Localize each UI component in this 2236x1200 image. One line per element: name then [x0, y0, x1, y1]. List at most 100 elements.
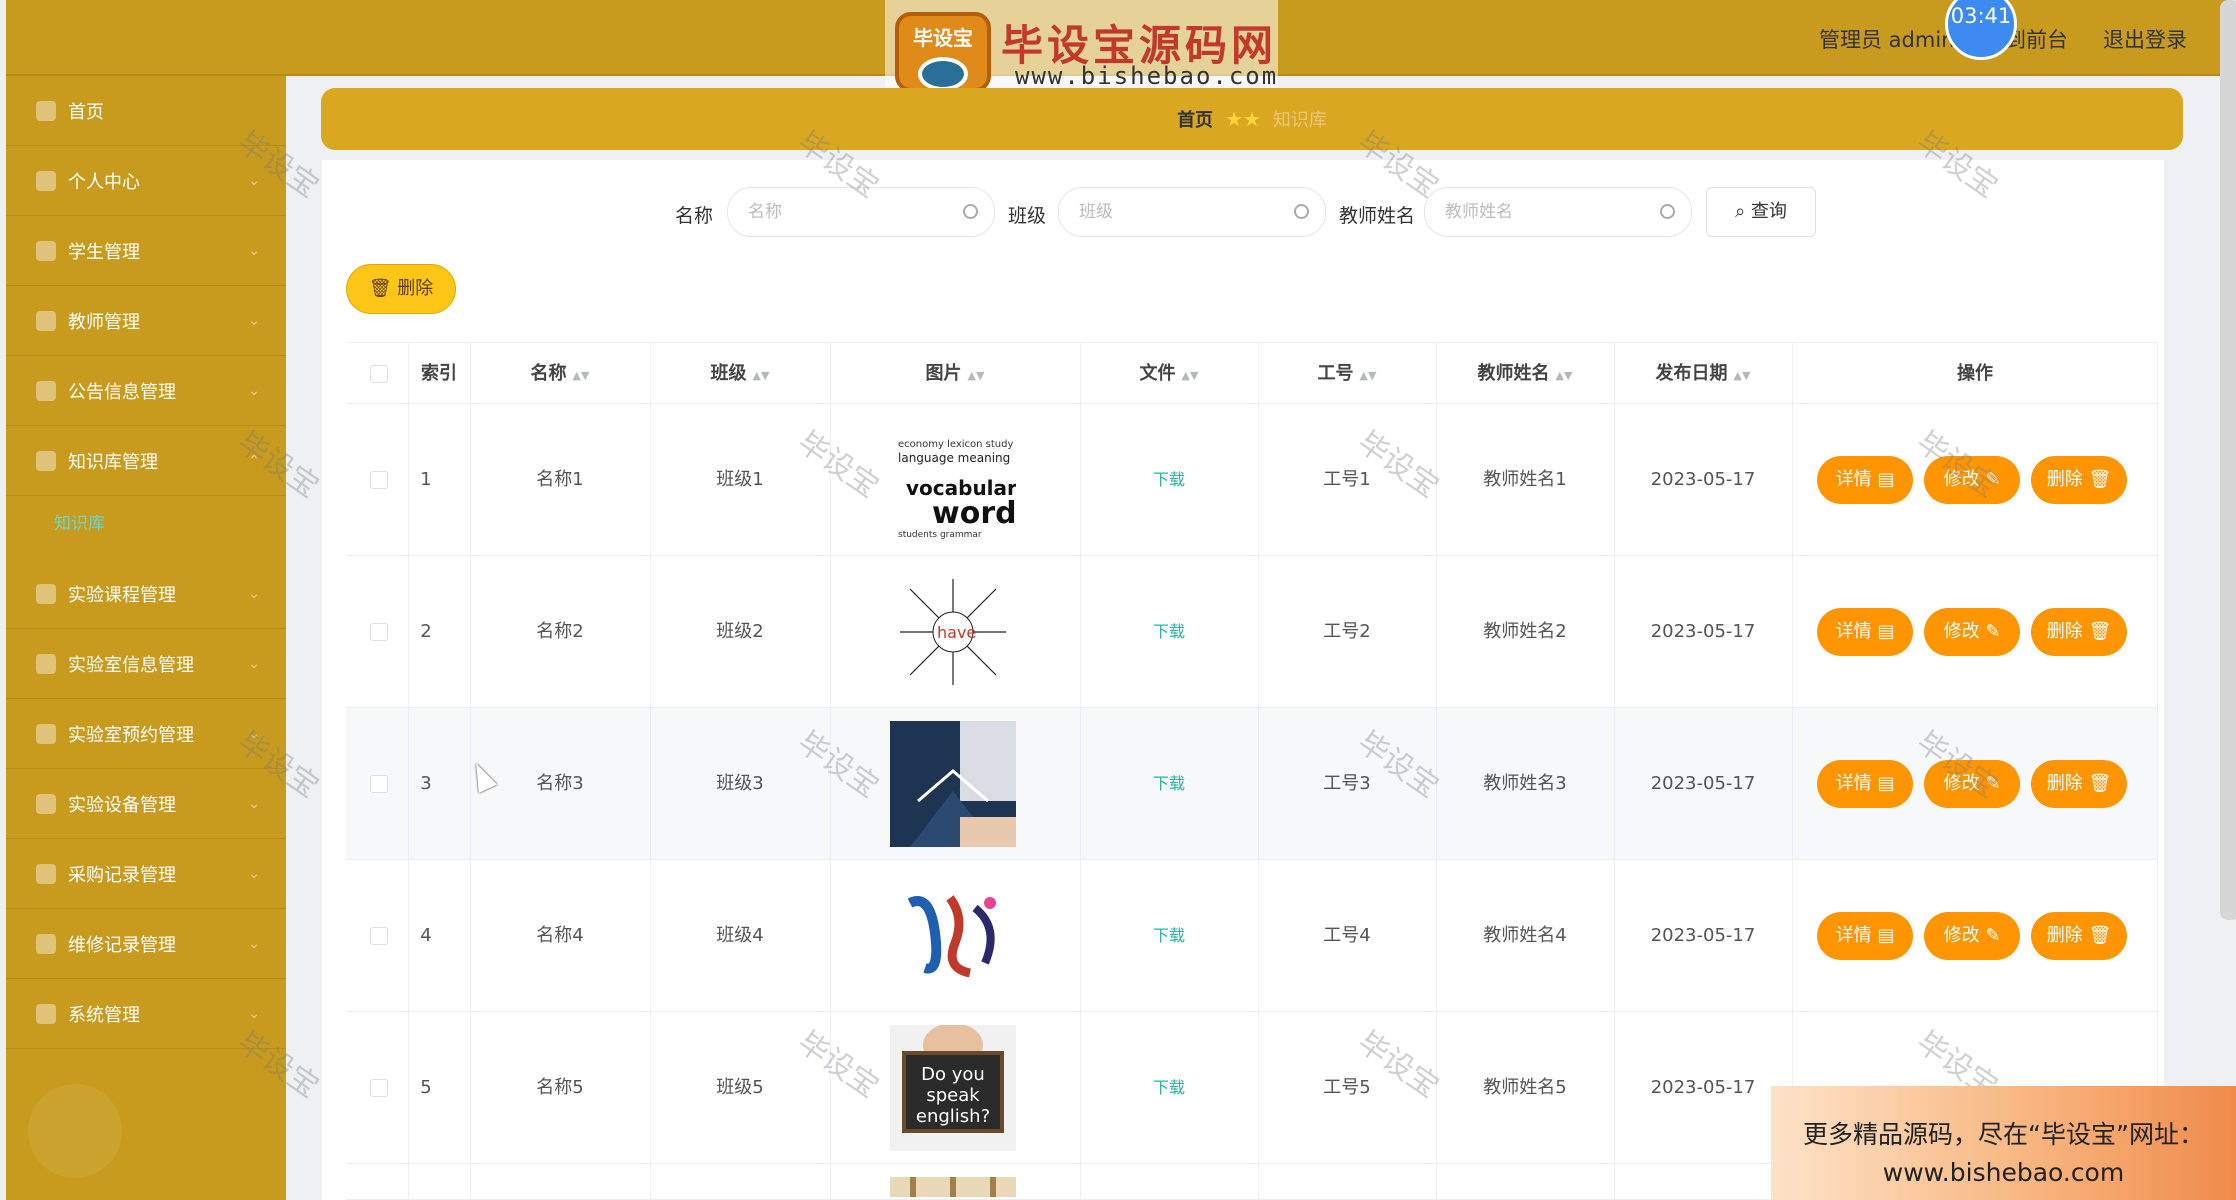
svg-text:have: have	[937, 623, 976, 642]
logout-link[interactable]: 退出登录	[2103, 24, 2187, 54]
delete-button[interactable]: 删除 🗑	[2031, 912, 2127, 960]
course-icon	[36, 583, 56, 604]
student-icon	[36, 240, 56, 261]
thumbnail-image	[890, 873, 1016, 999]
chevron-down-icon: ⌄	[248, 172, 260, 189]
chevron-down-icon: ⌄	[248, 382, 260, 399]
detail-button[interactable]: 详情 ▤	[1817, 760, 1913, 808]
edit-button[interactable]: 修改 ✎	[1924, 912, 2020, 960]
delete-button[interactable]: 删除 🗑	[2031, 456, 2127, 504]
sidebar-item-notices[interactable]: 公告信息管理 ⌄	[6, 356, 286, 426]
sidebar-item-devices[interactable]: 实验设备管理 ⌄	[6, 769, 286, 839]
breadcrumb-current: 知识库	[1272, 110, 1327, 131]
trash-icon: 🗑	[368, 278, 398, 299]
sidebar-item-labs[interactable]: 实验室信息管理 ⌄	[6, 629, 286, 699]
detail-button[interactable]: 详情 ▤	[1817, 912, 1913, 960]
system-icon	[36, 1003, 56, 1024]
search-icon: ⌕	[1735, 201, 1751, 222]
scrollbar[interactable]	[2220, 0, 2236, 920]
cell-name: 名称2	[536, 621, 584, 642]
search-class-input[interactable]: 班级	[1058, 187, 1326, 237]
cell-job-no: 工号2	[1323, 621, 1371, 642]
row-checkbox[interactable]	[370, 927, 388, 945]
sort-icon: ▲▼	[752, 369, 770, 382]
edit-button[interactable]: 修改 ✎	[1924, 608, 2020, 656]
header-image[interactable]: 图片 ▲▼	[830, 343, 1080, 405]
decorative-circle	[28, 1084, 122, 1178]
detail-button[interactable]: 详情 ▤	[1817, 608, 1913, 656]
table-row: 2 名称2 班级2 have 下载 工号2 教师姓名2 2023-05-17 详…	[346, 556, 2158, 708]
search-teacher-label: 教师姓名	[1339, 205, 1416, 227]
sidebar-item-purchases[interactable]: 采购记录管理 ⌄	[6, 839, 286, 909]
table-row: 3 名称3 班级3 下载 工号3 教师姓名3 2023-05-17 详情 ▤ 修…	[346, 708, 2158, 860]
header-job-no[interactable]: 工号 ▲▼	[1258, 343, 1436, 405]
row-checkbox[interactable]	[370, 471, 388, 489]
cell-index: 3	[420, 773, 432, 794]
promo-line-2: www.bishebao.com	[1882, 1158, 2125, 1187]
header-date[interactable]: 发布日期 ▲▼	[1614, 343, 1792, 405]
chevron-down-icon: ⌄	[248, 312, 260, 329]
cell-date: 2023-05-17	[1650, 1077, 1756, 1098]
thumbnail-image: have	[890, 569, 1016, 695]
thumbnail-image	[890, 721, 1016, 847]
sort-icon: ▲▼	[967, 369, 985, 382]
promo-line-1: 更多精品源码，尽在“毕设宝”网址：	[1803, 1120, 2204, 1149]
header-name[interactable]: 名称 ▲▼	[470, 343, 650, 405]
user-label: 管理员 admin	[1819, 28, 1955, 52]
header-index: 索引	[421, 363, 457, 384]
home-icon	[36, 100, 56, 121]
thumbnail-image: Do you speak english?	[890, 1025, 1016, 1151]
teacher-icon	[36, 310, 56, 331]
query-button[interactable]: ⌕ 查询	[1706, 187, 1816, 237]
edit-icon: ✎	[1985, 925, 2001, 946]
row-checkbox[interactable]	[370, 775, 388, 793]
purchase-icon	[36, 863, 56, 884]
detail-button[interactable]: 详情 ▤	[1817, 456, 1913, 504]
download-link[interactable]: 下载	[1080, 404, 1258, 556]
download-link[interactable]: 下载	[1080, 708, 1258, 860]
sidebar-item-repairs[interactable]: 维修记录管理 ⌄	[6, 909, 286, 979]
cell-date: 2023-05-17	[1650, 621, 1756, 642]
select-all-checkbox[interactable]	[370, 365, 388, 383]
row-checkbox[interactable]	[370, 1079, 388, 1097]
header-class[interactable]: 班级 ▲▼	[650, 343, 830, 405]
cell-name: 名称5	[536, 1077, 584, 1098]
delete-button[interactable]: 删除 🗑	[2031, 608, 2127, 656]
document-icon: ▤	[1877, 621, 1895, 642]
sidebar-item-courses[interactable]: 实验课程管理 ⌄	[6, 559, 286, 629]
download-link[interactable]: 下载	[1080, 556, 1258, 708]
header-file[interactable]: 文件 ▲▼	[1080, 343, 1258, 405]
promo-banner[interactable]: 更多精品源码，尽在“毕设宝”网址： www.bishebao.com	[1771, 1086, 2236, 1200]
table-row: 4 名称4 班级4 下载 工号4 教师姓名4 2023-05-17 详情 ▤ 修…	[346, 860, 2158, 1012]
svg-text:english?: english?	[916, 1106, 990, 1127]
search-icon	[1660, 204, 1675, 219]
cell-class: 班级1	[716, 469, 764, 490]
svg-text:language meaning: language meaning	[898, 451, 1010, 465]
chevron-down-icon: ⌄	[248, 242, 260, 259]
sidebar-item-teachers[interactable]: 教师管理 ⌄	[6, 286, 286, 356]
svg-text:students grammar: students grammar	[898, 530, 982, 540]
delete-button[interactable]: 删除 🗑	[2031, 760, 2127, 808]
cell-index: 4	[420, 925, 432, 946]
svg-text:economy lexicon study: economy lexicon study	[898, 439, 1013, 450]
search-teacher-input[interactable]: 教师姓名	[1424, 187, 1692, 237]
svg-text:Do you: Do you	[921, 1064, 985, 1085]
batch-delete-button[interactable]: 🗑 删除	[346, 264, 456, 314]
trash-icon: 🗑	[2088, 469, 2112, 490]
sidebar-item-students[interactable]: 学生管理 ⌄	[6, 216, 286, 286]
sort-icon: ▲▼	[1555, 369, 1573, 382]
download-link[interactable]: 下载	[1080, 860, 1258, 1012]
header-teacher[interactable]: 教师姓名 ▲▼	[1436, 343, 1614, 405]
download-link[interactable]: 下载	[1080, 1012, 1258, 1164]
cell-date: 2023-05-17	[1650, 925, 1756, 946]
book-icon	[36, 450, 56, 471]
document-icon: ▤	[1877, 469, 1895, 490]
row-checkbox[interactable]	[370, 623, 388, 641]
chevron-down-icon: ⌄	[248, 585, 260, 602]
star-icon: ★★	[1225, 107, 1261, 131]
cell-index: 2	[420, 621, 432, 642]
breadcrumb-home[interactable]: 首页	[1177, 106, 1213, 132]
sort-icon: ▲▼	[1359, 369, 1377, 382]
sidebar-subitem-knowledge[interactable]: 知识库	[6, 496, 286, 552]
sidebar: 首页 个人中心 ⌄ 学生管理 ⌄ 教师管理 ⌄ 公告信息管理 ⌄ 知识库管理 ⌃ 知识库 …	[6, 76, 286, 1200]
